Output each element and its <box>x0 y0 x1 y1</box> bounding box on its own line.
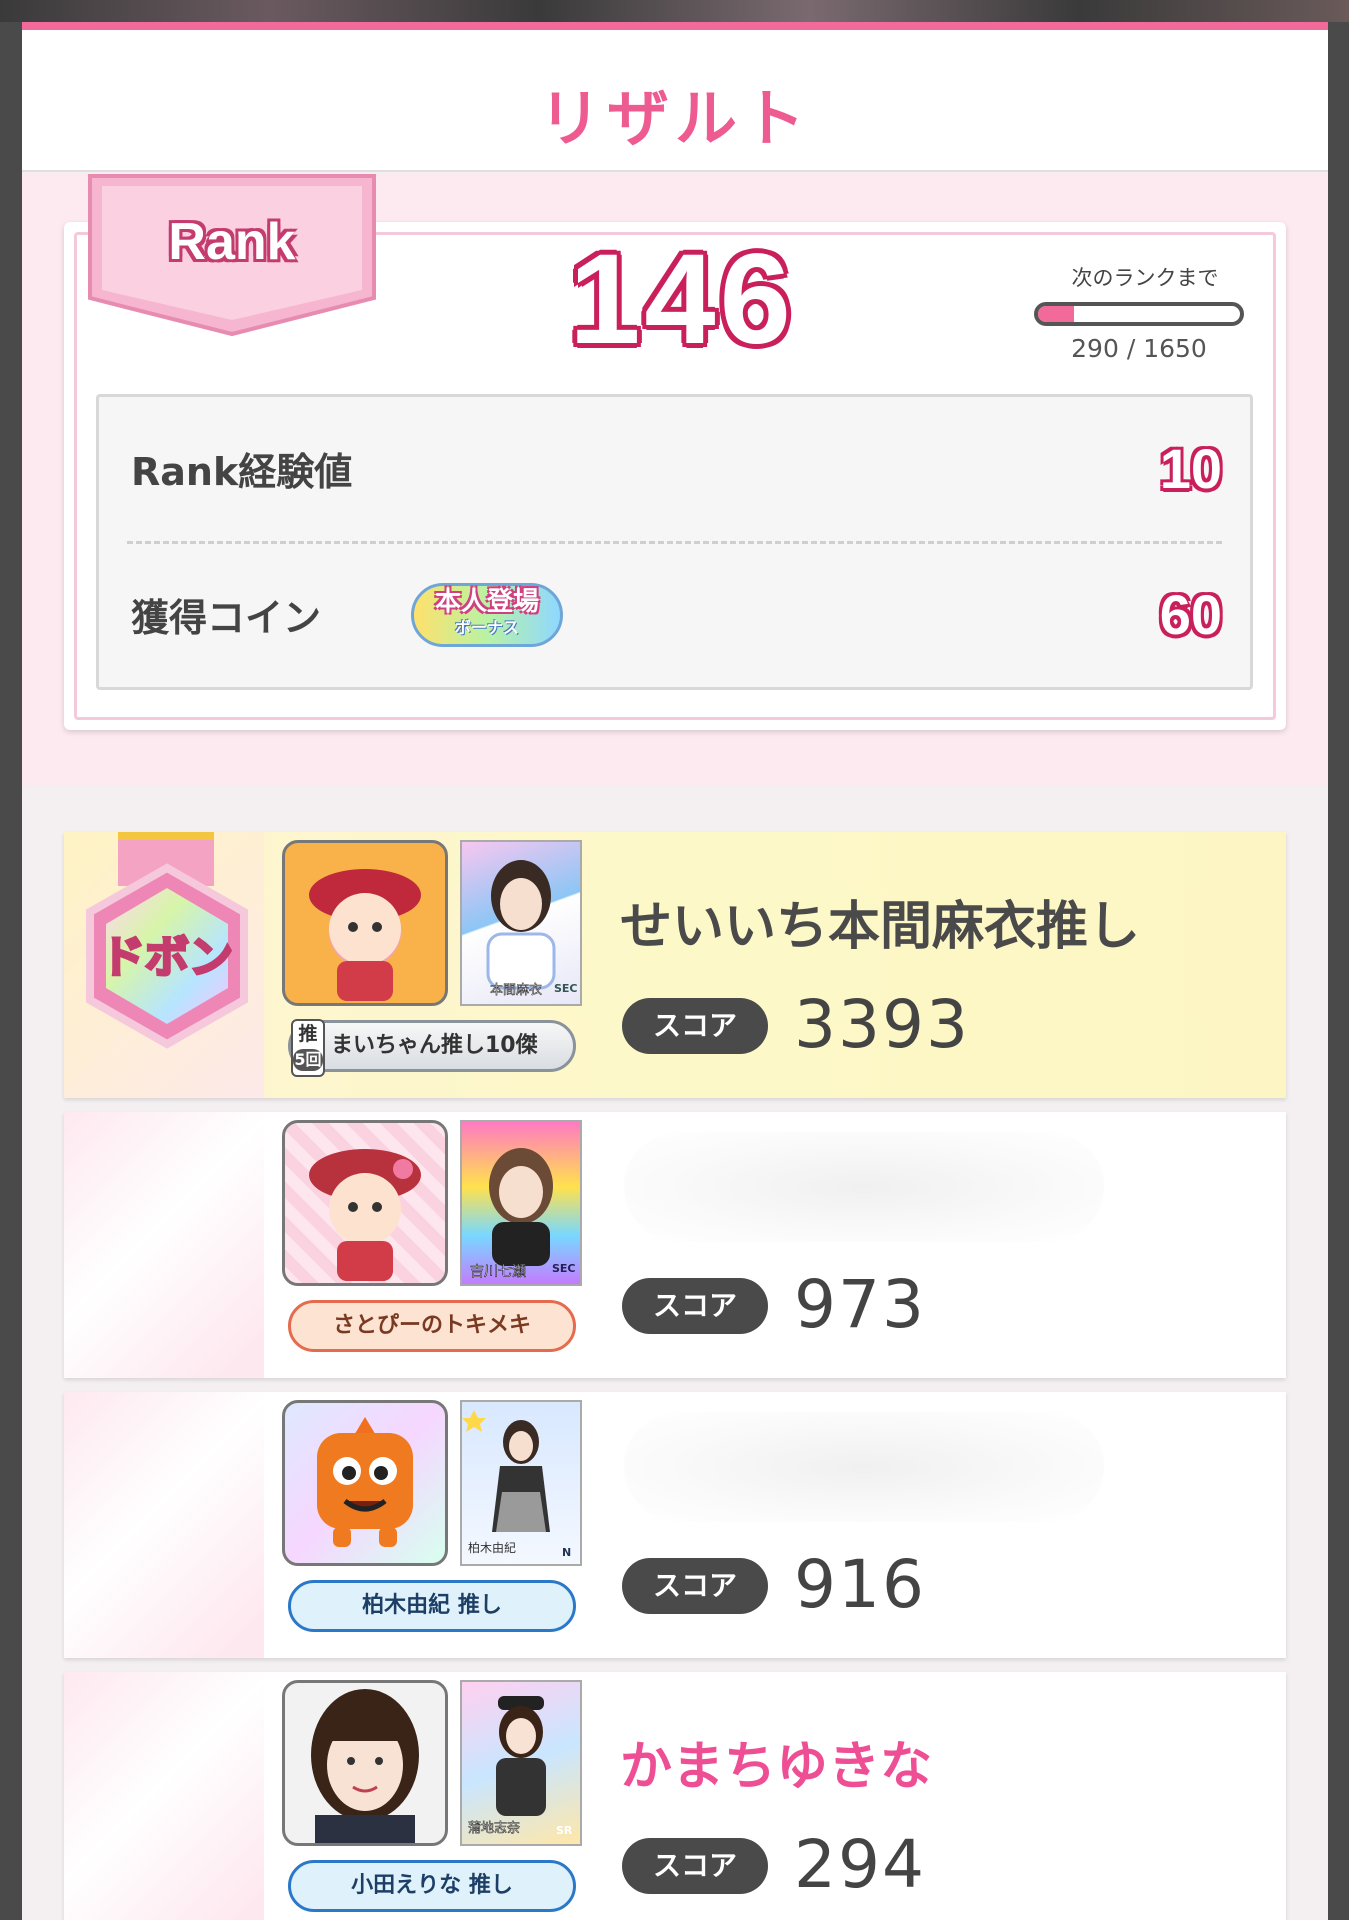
bonus-badge-subtitle: ボーナス <box>454 618 519 637</box>
next-rank-count: 290 / 1650 <box>1071 334 1207 363</box>
svg-text:本間麻衣: 本間麻衣 <box>490 982 542 998</box>
oshi-title-tag: 柏木由紀 推し <box>288 1580 576 1632</box>
coin-value: 60 <box>1159 583 1222 646</box>
svg-text:ドボン: ドボン <box>101 932 233 983</box>
player-avatar[interactable] <box>282 1400 448 1566</box>
character-avatar-icon <box>309 1149 421 1281</box>
score-label: スコア <box>622 1838 768 1894</box>
member-portrait-icon <box>311 1689 419 1843</box>
score-value: 973 <box>794 1266 926 1343</box>
result-panel: リザルト Rank 146 次のランクまで 290 / 1650 Rank経験値… <box>22 22 1328 1920</box>
member-card[interactable]: 蒲地志奈 SR <box>460 1680 582 1846</box>
exp-label: Rank経験値 <box>131 450 353 494</box>
score-label: スコア <box>622 1278 768 1334</box>
svg-text:吉川七瀬: 吉川七瀬 <box>470 1264 526 1280</box>
member-card[interactable]: 吉川七瀬 SEC <box>460 1120 582 1286</box>
oshi-count-mark: 推 5回 <box>291 1019 325 1077</box>
exp-value: 10 <box>1159 437 1222 500</box>
rank-badge: Rank <box>84 170 380 340</box>
rank-badge-label: Rank <box>168 213 296 271</box>
oshi-title-tag: さとぴーのトキメキ <box>288 1300 576 1352</box>
rank-value: 146 <box>569 228 795 371</box>
player-name-redacted <box>624 1132 1104 1242</box>
member-photo-icon: 蒲地志奈 SR <box>468 1696 573 1837</box>
next-rank-progress-fill <box>1038 306 1074 322</box>
player-avatar[interactable] <box>282 1120 448 1286</box>
player-avatar[interactable] <box>282 1680 448 1846</box>
member-photo-icon: 本間麻衣 SEC <box>486 860 578 998</box>
next-rank-progress-bar <box>1034 302 1244 326</box>
dobon-medal: ドボン <box>78 832 256 1068</box>
score-value: 3393 <box>794 986 970 1063</box>
oshi-title-tag: 小田えりな 推し <box>288 1860 576 1912</box>
member-photo-icon: 柏木由紀 N <box>462 1410 571 1559</box>
background-app-strip <box>0 0 1349 22</box>
coin-label: 獲得コイン <box>131 596 322 640</box>
next-rank-label: 次のランクまで <box>1071 266 1219 290</box>
member-card[interactable]: 柏木由紀 N <box>460 1400 582 1566</box>
oshi-title-tag: 推 5回 まいちゃん推し10傑 <box>288 1019 576 1077</box>
divider <box>127 541 1222 544</box>
score-label: スコア <box>622 998 768 1054</box>
player-name-redacted <box>624 1412 1104 1522</box>
stats-box: Rank経験値 10 獲得コイン 本人登場 ボーナス 60 <box>96 394 1253 690</box>
player-name: せいいち本間麻衣推し <box>620 897 1141 957</box>
svg-text:SR: SR <box>556 1824 573 1837</box>
score-label: スコア <box>622 1558 768 1614</box>
page-title: リザルト <box>538 82 811 155</box>
orange-monster-avatar-icon <box>317 1417 413 1547</box>
svg-text:柏木由紀: 柏木由紀 <box>468 1540 516 1555</box>
character-avatar-icon <box>309 869 421 1001</box>
player-name: かまちゆきな <box>620 1737 933 1797</box>
svg-text:SEC: SEC <box>554 982 578 995</box>
player-row[interactable]: 吉川七瀬 SEC さとぴーのトキメキ スコア 973 <box>64 1112 1286 1378</box>
medal-icon: ドボン <box>86 832 248 1049</box>
player-row[interactable]: 柏木由紀 N 柏木由紀 推し スコア 916 <box>64 1392 1286 1658</box>
player-row[interactable]: 蒲地志奈 SR 小田えりな 推し かまちゆきな スコア 294 <box>64 1672 1286 1920</box>
player-row[interactable]: ドボン 本間麻衣 SEC 推 5回 まいちゃん推し10傑 せいいち本間麻衣推し … <box>64 832 1286 1098</box>
bonus-badge-title: 本人登場 <box>434 587 539 617</box>
score-value: 916 <box>794 1546 926 1623</box>
member-photo-icon: 吉川七瀬 SEC <box>470 1148 576 1280</box>
player-avatar[interactable] <box>282 840 448 1006</box>
score-value: 294 <box>794 1826 926 1903</box>
bonus-badge: 本人登場 ボーナス <box>411 583 563 647</box>
svg-text:N: N <box>562 1546 571 1559</box>
member-card[interactable]: 本間麻衣 SEC <box>460 840 582 1006</box>
svg-text:蒲地志奈: 蒲地志奈 <box>468 1821 520 1836</box>
svg-text:SEC: SEC <box>552 1262 576 1275</box>
result-header: リザルト <box>22 30 1328 172</box>
